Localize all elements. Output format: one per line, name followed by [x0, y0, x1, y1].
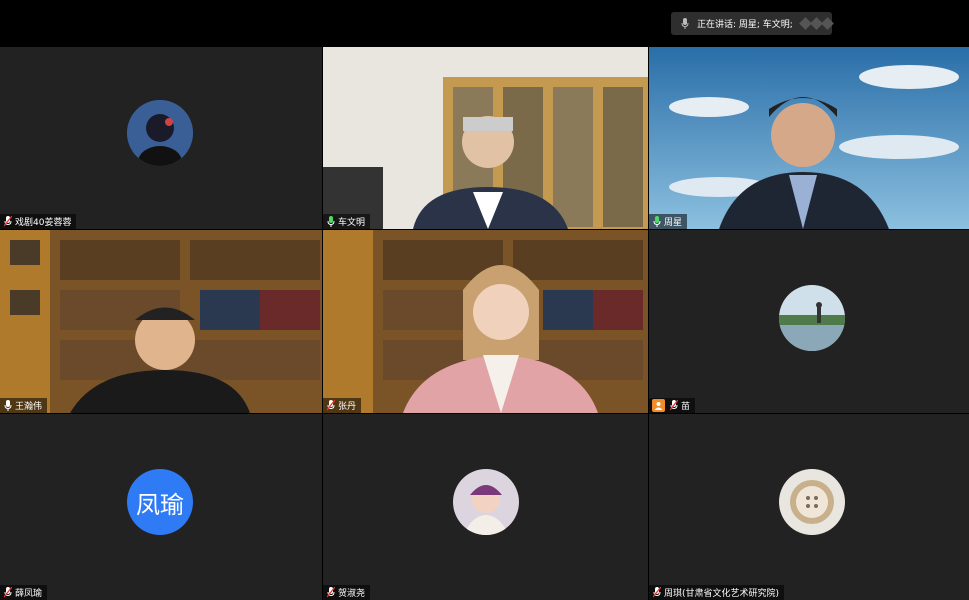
muted-microphone-icon	[669, 400, 679, 412]
microphone-icon	[652, 216, 662, 228]
avatar	[779, 285, 845, 351]
participant-tile[interactable]: 张丹	[323, 230, 648, 413]
participant-name-label: 苗	[649, 398, 696, 413]
user-icon	[652, 399, 665, 412]
microphone-icon	[677, 18, 693, 29]
muted-microphone-icon	[3, 216, 13, 228]
avatar	[453, 469, 519, 535]
participant-name-label: 周星	[649, 214, 688, 229]
muted-microphone-icon	[652, 587, 662, 599]
participant-name-label: 张丹	[323, 398, 362, 413]
avatar: 凤瑜	[127, 469, 193, 535]
video-feed	[323, 230, 648, 413]
video-feed	[0, 230, 322, 413]
participant-name-label: 王瀚伟	[0, 398, 48, 413]
participant-tile[interactable]: 王瀚伟	[0, 230, 322, 413]
participant-tile[interactable]: 车文明	[323, 47, 648, 229]
video-feed	[323, 47, 648, 229]
microphone-icon	[326, 216, 336, 228]
participant-name-label: 贺淑尧	[323, 585, 371, 600]
participant-name-label: 周琪(甘肃省文化艺术研究院)	[649, 585, 785, 600]
participant-tile[interactable]: 周琪(甘肃省文化艺术研究院)	[649, 414, 969, 600]
microphone-icon	[3, 400, 13, 412]
video-feed	[649, 47, 969, 229]
speaking-text: 正在讲话: 周星; 车文明;	[697, 20, 793, 30]
muted-microphone-icon	[3, 587, 13, 599]
muted-microphone-icon	[326, 400, 336, 412]
participant-tile[interactable]: 贺淑尧	[323, 414, 648, 600]
active-speaker-indicator: 正在讲话: 周星; 车文明;	[671, 12, 834, 35]
participant-tile[interactable]: 戏剧40姜蓉蓉	[0, 47, 322, 229]
participant-name-label: 薛凤瑜	[0, 585, 48, 600]
video-grid: 戏剧40姜蓉蓉 车文明 周星 王瀚伟 张丹 苗 凤瑜 薛凤瑜 贺淑尧 周琪(甘肃…	[0, 47, 969, 600]
participant-tile[interactable]: 凤瑜 薛凤瑜	[0, 414, 322, 600]
participant-tile-active-speaker[interactable]: 周星	[649, 47, 969, 229]
avatar	[779, 469, 845, 535]
participant-name-label: 车文明	[323, 214, 371, 229]
participant-tile[interactable]: 苗	[649, 230, 969, 413]
top-bar: 正在讲话: 周星; 车文明;	[0, 0, 969, 46]
muted-microphone-icon	[326, 587, 336, 599]
more-speakers-icon	[798, 17, 834, 30]
participant-name-label: 戏剧40姜蓉蓉	[0, 214, 77, 229]
avatar	[127, 100, 193, 166]
